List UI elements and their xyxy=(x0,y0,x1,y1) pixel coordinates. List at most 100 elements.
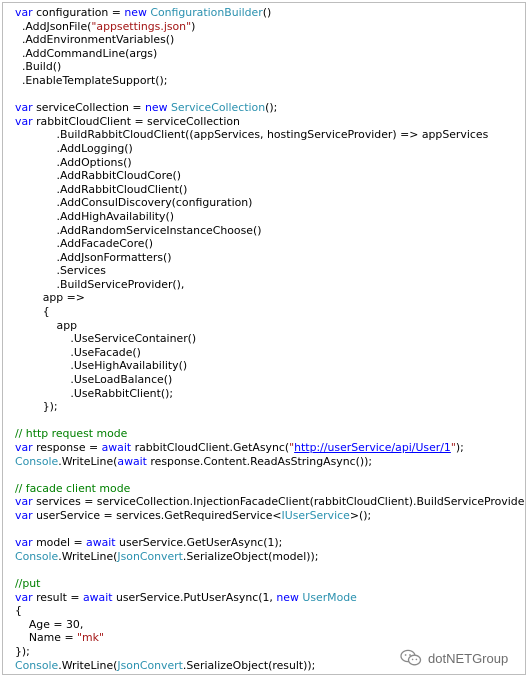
code-token: .AddFacadeCore() xyxy=(56,237,154,251)
code-token: model = xyxy=(32,536,87,550)
code-token: configuration = xyxy=(32,6,125,19)
code-line: Console.WriteLine(JsonConvert.SerializeO… xyxy=(15,550,521,564)
code-token: .AddHighAvailability() xyxy=(56,209,174,223)
code-link[interactable]: http://userService/api/User/1 xyxy=(294,441,451,454)
code-line: .AddOptions() xyxy=(15,156,521,170)
code-token: .UseRabbitClient(); xyxy=(70,386,174,400)
code-line: .AddLogging() xyxy=(15,142,521,156)
code-line: .AddCommandLine(args) xyxy=(15,47,521,61)
watermark-text: dotNETGroup xyxy=(428,650,509,666)
code-token: }); xyxy=(15,644,30,658)
code-line: .AddFacadeCore() xyxy=(15,237,521,251)
code-token: .Build() xyxy=(21,60,62,74)
code-token: ConfigurationBuilder xyxy=(150,6,263,19)
code-line: .EnableTemplateSupport(); xyxy=(15,74,521,88)
code-token: new xyxy=(124,6,147,19)
code-line: var userService = services.GetRequiredSe… xyxy=(15,509,521,523)
code-token: .AddJsonFile( xyxy=(21,19,92,33)
code-token: var xyxy=(15,6,33,19)
code-token: .UseLoadBalance() xyxy=(70,373,173,387)
code-token: .WriteLine( xyxy=(58,454,118,468)
code-line: .AddJsonFormatters() xyxy=(15,251,521,265)
code-token: .Services xyxy=(56,264,106,278)
code-token: .AddLogging() xyxy=(56,141,133,155)
code-token: { xyxy=(15,604,22,618)
code-token: Console xyxy=(15,549,59,563)
code-token: (); xyxy=(265,101,278,115)
code-token: app => xyxy=(42,291,85,305)
code-token: .WriteLine( xyxy=(58,549,118,563)
code-line: .AddRabbitCloudCore() xyxy=(15,169,521,183)
code-token: ServiceCollection xyxy=(170,101,266,115)
code-token: rabbitCloudClient = serviceCollection xyxy=(32,114,240,128)
code-token: userService.GetUserAsync(1); xyxy=(115,536,283,550)
code-token: var xyxy=(15,101,33,115)
code-line: { xyxy=(15,604,521,618)
code-token: serviceCollection = xyxy=(32,101,145,115)
code-line: var model = await userService.GetUserAsy… xyxy=(15,536,521,550)
code-line: .UseLoadBalance() xyxy=(15,373,521,387)
code-token: response.Content.ReadAsStringAsync()); xyxy=(146,454,372,468)
watermark: dotNETGroup xyxy=(400,649,508,667)
code-token: services = serviceCollection.InjectionFa… xyxy=(32,495,526,509)
code-token: var xyxy=(15,590,33,604)
code-token: UserMode xyxy=(302,590,357,604)
code-line: var services = serviceCollection.Injecti… xyxy=(15,495,525,509)
code-line: //put xyxy=(15,577,521,591)
code-token: userService.PutUserAsync(1, xyxy=(112,590,277,604)
code-line: .BuildRabbitCloudClient((appServices, ho… xyxy=(15,128,521,142)
code-token: "appsettings.json" xyxy=(91,19,192,33)
code-token: userService = services.GetRequiredServic… xyxy=(32,508,282,522)
wechat-icon xyxy=(400,649,422,666)
code-line: .AddConsulDiscovery(configuration) xyxy=(15,196,521,210)
code-token: "mk" xyxy=(77,631,104,645)
code-line: }); xyxy=(15,400,521,414)
code-line: .UseRabbitClient(); xyxy=(15,387,521,401)
code-line: .BuildServiceProvider(), xyxy=(15,278,521,292)
code-token: .BuildServiceProvider(), xyxy=(56,277,185,291)
code-token: var xyxy=(15,441,33,454)
code-token: ) xyxy=(191,19,196,33)
code-token: JsonConvert xyxy=(117,658,183,672)
code-line: var serviceCollection = new ServiceColle… xyxy=(15,101,521,115)
code-token: app xyxy=(56,318,78,332)
code-token: IUserService xyxy=(281,508,350,522)
code-line: // facade client mode xyxy=(15,482,521,496)
code-line: .Services xyxy=(15,264,521,278)
code-token: .AddOptions() xyxy=(56,155,132,169)
code-line: .AddHighAvailability() xyxy=(15,210,521,224)
code-token: var xyxy=(15,114,33,128)
code-line: .AddJsonFile("appsettings.json") xyxy=(15,20,521,34)
code-token: var xyxy=(15,495,33,509)
code-line: .UseHighAvailability() xyxy=(15,359,521,373)
code-token: var xyxy=(15,508,33,522)
code-token: () xyxy=(262,6,272,19)
code-token: .UseHighAvailability() xyxy=(70,359,188,373)
code-line: .UseFacade() xyxy=(15,346,521,360)
code-line: app => xyxy=(15,291,521,305)
code-line: { xyxy=(15,305,521,319)
code-line: var rabbitCloudClient = serviceCollectio… xyxy=(15,115,521,129)
code-token: // facade client mode xyxy=(15,481,131,495)
code-line: .AddRabbitCloudClient() xyxy=(15,183,521,197)
code-token: ); xyxy=(455,441,464,454)
